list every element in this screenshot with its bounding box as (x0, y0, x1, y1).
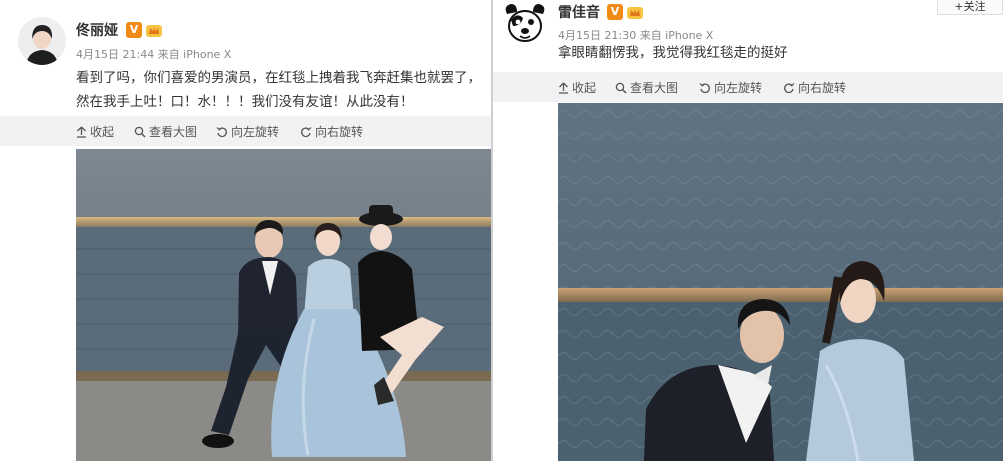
collapse-up-icon (559, 82, 568, 94)
post-text-line-1: 看到了吗，你们喜爱的男演员，在红毯上拽着我飞奔赶集也就罢了， (76, 70, 481, 86)
view-large-button[interactable]: 查看大图 (615, 79, 678, 96)
follow-button[interactable]: +关注 (937, 0, 1003, 15)
avatar[interactable] (18, 17, 66, 65)
post-photo[interactable] (558, 103, 1003, 461)
collapse-up-icon (77, 126, 86, 138)
author-name[interactable]: 佟丽娅 (76, 20, 118, 40)
rotate-left-icon (216, 126, 227, 137)
rotate-right-button[interactable]: 向右旋转 (300, 123, 363, 140)
post-meta: 4月15日 21:44 来自 iPhone X (76, 48, 232, 61)
vip-crown-icon (146, 25, 162, 37)
verified-v-icon: V (126, 22, 142, 38)
vip-crown-icon (627, 7, 643, 19)
rotate-right-icon (301, 126, 312, 137)
magnifier-icon (134, 126, 146, 138)
rotate-left-button[interactable]: 向左旋转 (216, 123, 279, 140)
rotate-left-icon (699, 82, 710, 93)
rotate-right-icon (784, 82, 795, 93)
collapse-button[interactable]: 收起 (76, 123, 114, 140)
post-photo[interactable] (76, 149, 491, 461)
post-text: 拿眼睛翻愣我，我觉得我红毯走的挺好 (558, 45, 788, 61)
post-text-line-2: 然在我手上吐！口！水！！！我们没有友谊！从此没有！ (76, 94, 414, 110)
left-weibo-post: 佟丽娅 V 4月15日 21:44 来自 iPhone X 看到了吗，你们喜爱的… (0, 0, 491, 461)
verified-v-icon: V (607, 4, 623, 20)
magnifier-icon (615, 82, 627, 94)
rotate-right-button[interactable]: 向右旋转 (783, 79, 846, 96)
rotate-left-button[interactable]: 向左旋转 (699, 79, 762, 96)
right-weibo-post: 雷佳音 V 4月15日 21:30 来自 iPhone X 拿眼睛翻愣我，我觉得… (493, 0, 1003, 461)
author-name[interactable]: 雷佳音 (558, 2, 600, 22)
post-text: 看到了吗，你们喜爱的男演员，在红毯上拽着我飞奔赶集也就罢了， 然在我手上吐！口！… (76, 66, 491, 114)
view-large-button[interactable]: 查看大图 (134, 123, 197, 140)
image-action-bar: 收起 查看大图 向左旋转 向右旋转 (493, 72, 1003, 102)
image-action-bar: 收起 查看大图 向左旋转 向右旋转 (0, 116, 491, 146)
avatar[interactable] (501, 0, 549, 48)
collapse-button[interactable]: 收起 (558, 79, 596, 96)
